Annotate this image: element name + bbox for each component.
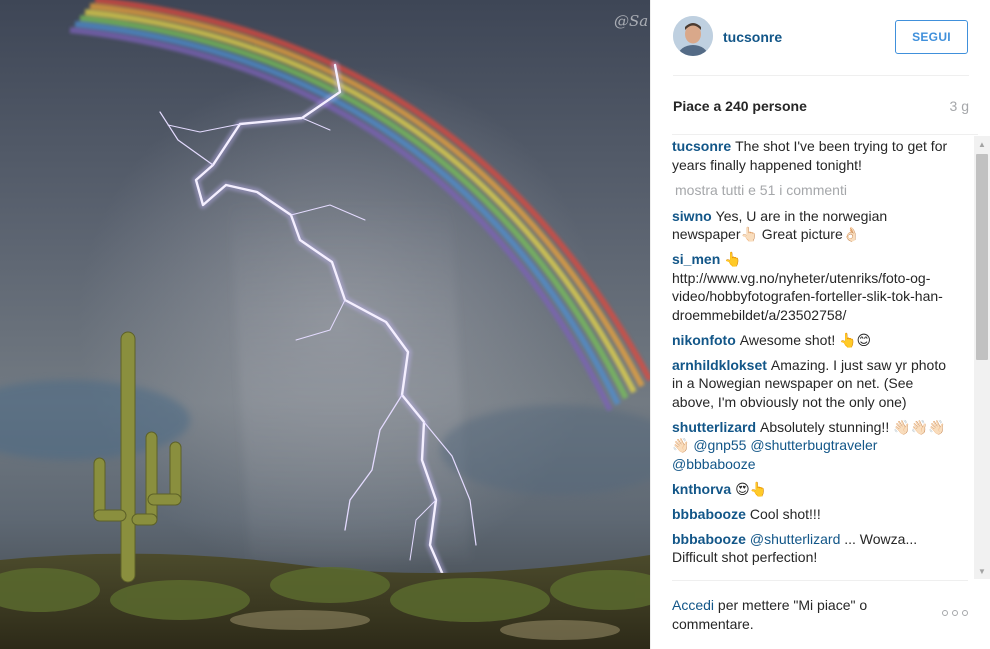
comment: bbbabooze @shutterlizard ... Wowza... Dif… [672,530,954,567]
comments-scrollbar[interactable]: ▲ ▼ [974,136,990,579]
comment-author[interactable]: arnhildklokset [672,357,767,373]
post-age[interactable]: 3 g [950,98,969,114]
comment: si_men 👆 http://www.vg.no/nyheter/utenrik… [672,250,954,324]
comment: siwno Yes, U are in the norwegian newspap… [672,207,954,244]
dot [952,610,958,616]
avatar[interactable] [673,16,713,56]
comment-mentions[interactable]: @shutterlizard [750,531,840,547]
more-options-icon[interactable] [942,608,968,618]
caption: tucsonre The shot I've been trying to get… [672,137,954,174]
comment-author[interactable]: nikonfoto [672,332,736,348]
likes-count[interactable]: Piace a 240 persone [673,98,807,114]
comment-text: Cool shot!!! [749,505,821,522]
scroll-up-arrow-icon[interactable]: ▲ [974,136,990,152]
comment: arnhildklokset Amazing. I just saw yr pho… [672,356,954,412]
post-photo[interactable]: @Sa [0,0,650,649]
login-link[interactable]: Accedi [672,597,714,613]
comment-author[interactable]: tucsonre [672,138,731,154]
comments-list[interactable]: tucsonre The shot I've been trying to get… [672,134,978,579]
comment: knthorva 😍👆 [672,480,954,499]
follow-button[interactable]: SEGUI [895,20,968,54]
comment-author[interactable]: shutterlizard [672,419,756,435]
comment: shutterlizard Absolutely stunning!! 👋🏻👋🏻👋… [672,418,954,474]
comment-text: 😍👆 [735,480,768,497]
dot [942,610,948,616]
username[interactable]: tucsonre [723,29,782,45]
comment-text: Awesome shot! 👆😊 [739,331,872,348]
scroll-down-arrow-icon[interactable]: ▼ [974,563,990,579]
comment: nikonfoto Awesome shot! 👆😊 [672,331,954,350]
comment-author[interactable]: bbbabooze [672,531,746,547]
lightning-rainbow-image [0,0,650,649]
photo-watermark: @Sa [614,12,649,30]
comment-author[interactable]: si_men [672,251,720,267]
post-header: tucsonre SEGUI [673,14,969,76]
show-all-comments-link[interactable]: mostra tutti e 51 i commenti [675,181,954,199]
scrollbar-thumb[interactable] [976,154,988,360]
comment-mentions[interactable]: @gnp55 @shutterbugtraveler @bbbabooze [672,437,877,472]
post-footer: Accedi per mettere "Mi piace" o commenta… [672,580,968,648]
comment-author[interactable]: siwno [672,208,712,224]
profile-picture-icon [673,16,713,56]
dot [962,610,968,616]
likes-row: Piace a 240 persone 3 g [673,98,969,118]
comment-author[interactable]: knthorva [672,481,731,497]
comment-author[interactable]: bbbabooze [672,506,746,522]
comment: bbbabooze Cool shot!!! [672,505,954,524]
login-prompt: Accedi per mettere "Mi piace" o commenta… [672,596,912,634]
